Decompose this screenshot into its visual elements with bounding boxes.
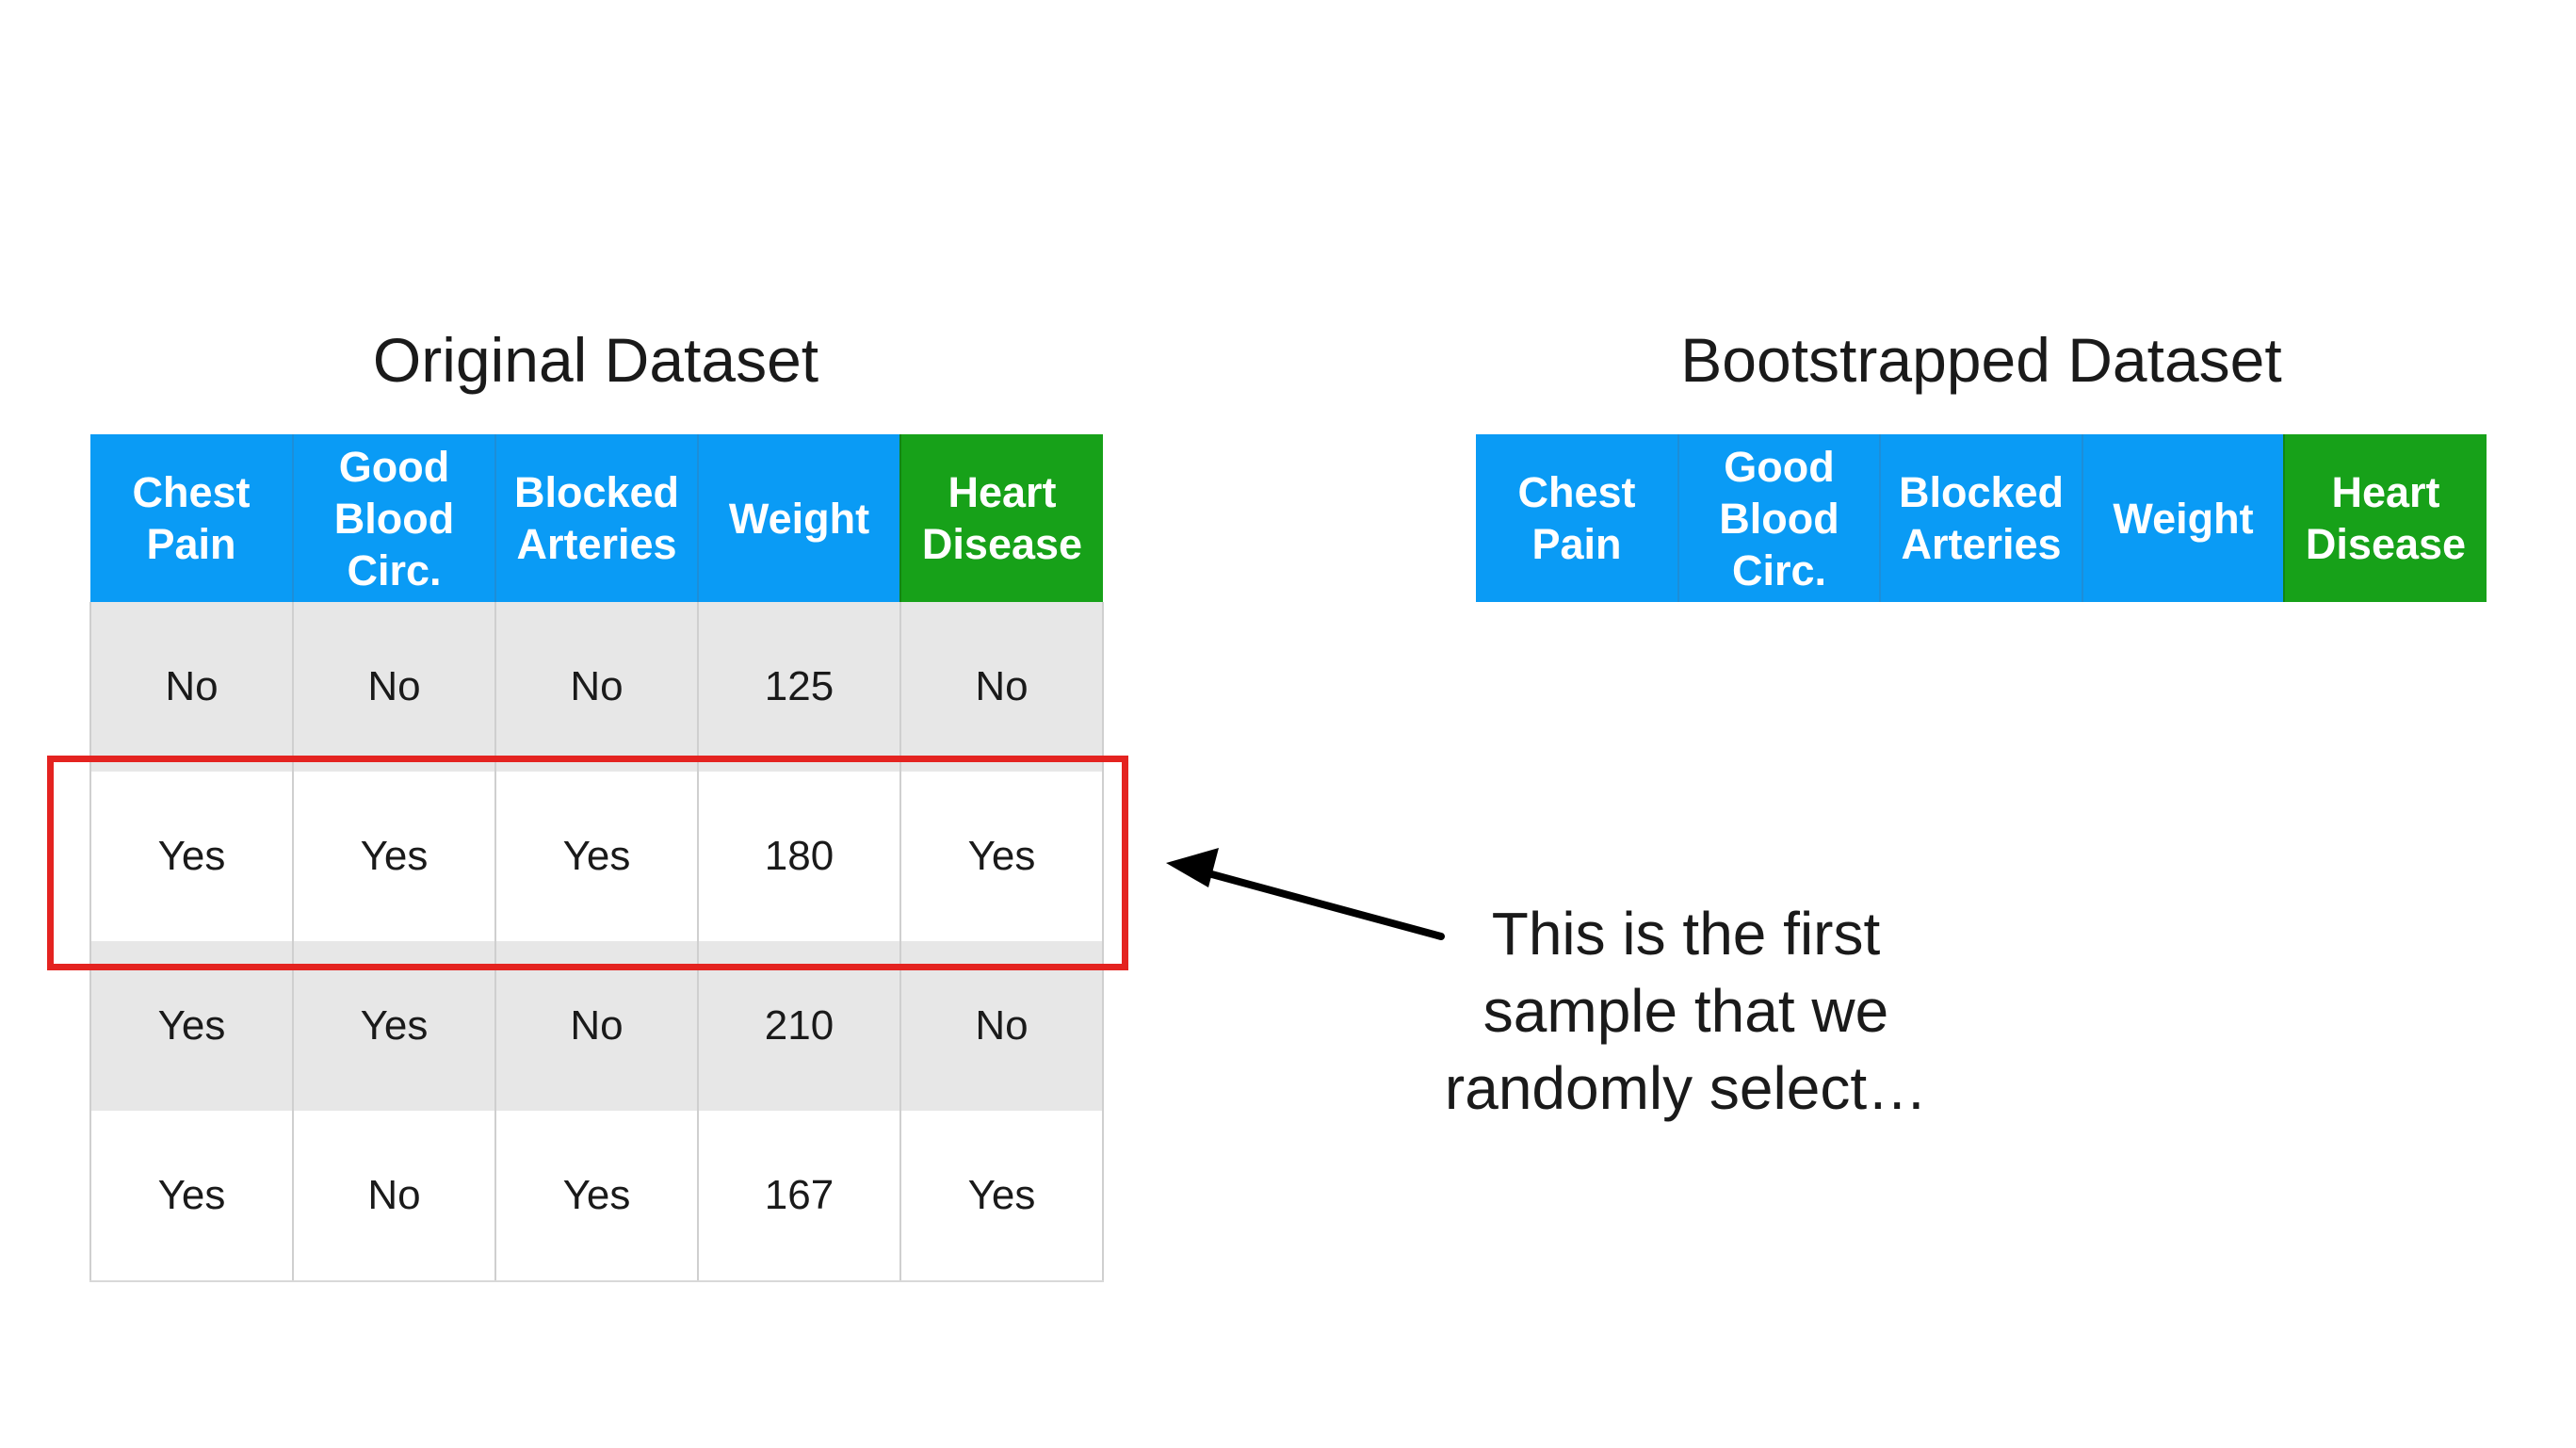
- header-blocked-arteries: Blocked Arteries: [1879, 434, 2082, 602]
- selected-sample-highlight: [47, 756, 1128, 970]
- header-good-blood-circ: Good Blood Circ.: [292, 434, 495, 602]
- annotation-line: randomly select…: [1444, 1054, 1928, 1122]
- table-row: Yes No Yes 167 Yes: [89, 1111, 1104, 1282]
- table-row: No No No 125 No: [89, 602, 1104, 772]
- cell-good-blood-circ: No: [292, 1111, 496, 1282]
- cell-weight: 125: [697, 602, 901, 772]
- annotation-line: sample that we: [1482, 977, 1889, 1045]
- cell-heart-disease: No: [899, 602, 1104, 772]
- header-heart-disease: Heart Disease: [2283, 434, 2487, 602]
- header-weight: Weight: [697, 434, 900, 602]
- original-header-row: Chest Pain Good Blood Circ. Blocked Arte…: [90, 434, 1103, 602]
- bootstrapped-dataset-title: Bootstrapped Dataset: [1680, 325, 2282, 395]
- cell-good-blood-circ: No: [292, 602, 496, 772]
- original-dataset-title: Original Dataset: [372, 325, 819, 395]
- header-chest-pain: Chest Pain: [90, 434, 293, 602]
- cell-chest-pain: Yes: [89, 1111, 294, 1282]
- header-weight: Weight: [2082, 434, 2284, 602]
- header-heart-disease: Heart Disease: [899, 434, 1103, 602]
- cell-blocked-arteries: Yes: [494, 1111, 699, 1282]
- header-chest-pain: Chest Pain: [1476, 434, 1678, 602]
- bootstrapped-dataset-table: Chest Pain Good Blood Circ. Blocked Arte…: [1476, 434, 2487, 602]
- cell-blocked-arteries: No: [494, 602, 699, 772]
- header-blocked-arteries: Blocked Arteries: [494, 434, 698, 602]
- cell-heart-disease: Yes: [899, 1111, 1104, 1282]
- header-good-blood-circ: Good Blood Circ.: [1677, 434, 1880, 602]
- annotation-text: This is the first sample that we randoml…: [1394, 895, 1978, 1127]
- cell-weight: 167: [697, 1111, 901, 1282]
- cell-chest-pain: No: [89, 602, 294, 772]
- annotation-line: This is the first: [1491, 900, 1881, 968]
- arrow-head: [1166, 848, 1219, 887]
- bootstrapped-header-row: Chest Pain Good Blood Circ. Blocked Arte…: [1476, 434, 2487, 602]
